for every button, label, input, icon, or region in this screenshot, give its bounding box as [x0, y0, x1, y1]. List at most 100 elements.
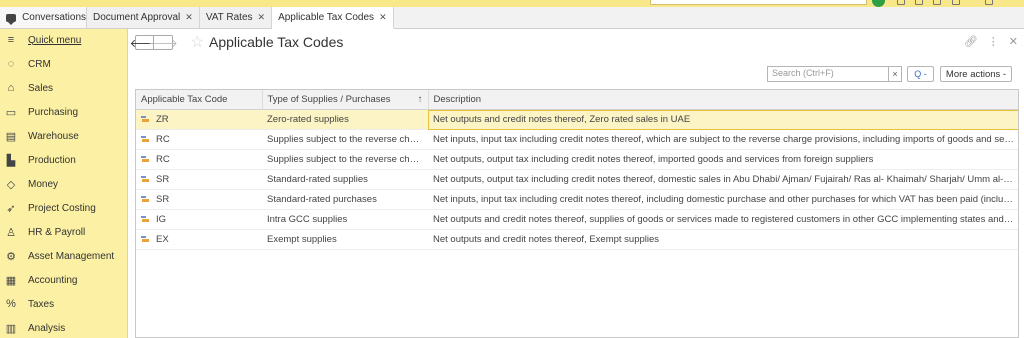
sidebar-item-label: HR & Payroll — [28, 226, 86, 238]
column-header-label: Type of Supplies / Purchases — [267, 94, 391, 105]
close-icon[interactable]: ✕ — [1009, 35, 1018, 48]
code-cell: IG — [136, 209, 262, 230]
sidebar-item-hr-payroll[interactable]: ♙ HR & Payroll — [0, 222, 127, 242]
tab-label: VAT Rates — [205, 12, 253, 23]
sidebar-item-label: Purchasing — [28, 106, 79, 118]
sidebar-item-sales[interactable]: ⌂ Sales — [0, 78, 127, 98]
more-actions-button[interactable]: More actions - — [940, 66, 1012, 82]
type-cell: Exempt supplies — [262, 229, 428, 250]
code-cell: SR — [136, 169, 262, 190]
header-actions: 🔗︎ ⋮ ✕ — [964, 35, 1018, 48]
close-icon[interactable]: ✕ — [379, 12, 387, 23]
sidebar-item-label: Asset Management — [28, 250, 115, 262]
type-cell: Zero-rated supplies — [262, 109, 428, 130]
code-value: ZR — [156, 114, 169, 125]
sidebar: ≡ Quick menu ◌ CRM ⌂ Sales ▭ Purchasing … — [0, 29, 128, 338]
column-header-description[interactable]: Description — [428, 90, 1018, 110]
code-value: SR — [156, 194, 170, 205]
table-row[interactable]: RC Supplies subject to the reverse charg… — [136, 129, 1018, 150]
history-icon[interactable] — [915, 0, 923, 5]
chat-icon — [6, 13, 17, 25]
sidebar-item-label: CRM — [28, 58, 51, 70]
sidebar-item-label: Quick menu — [28, 34, 82, 46]
window-control-icon[interactable] — [985, 0, 993, 5]
search-input[interactable]: Search (Ctrl+F) — [767, 66, 889, 82]
type-cell: Supplies subject to the reverse charge — [262, 149, 428, 170]
catalog-item-icon — [141, 196, 150, 203]
forward-button[interactable]: 🡒 — [148, 35, 178, 50]
tab-document-approval[interactable]: Document Approval ✕ — [87, 7, 200, 28]
sidebar-item-taxes[interactable]: % Taxes — [0, 294, 127, 314]
sidebar-item-crm[interactable]: ◌ CRM — [0, 54, 127, 74]
table-row[interactable]: EX Exempt supplies Net outputs and credi… — [136, 229, 1018, 250]
catalog-item-icon — [141, 236, 150, 243]
sales-icon: ⌂ — [7, 82, 15, 94]
catalog-item-icon — [141, 216, 150, 223]
type-cell: Intra GCC supplies — [262, 209, 428, 230]
catalog-item-icon — [141, 116, 150, 123]
person-icon: ♙ — [6, 226, 16, 239]
bar-chart-icon: ▥ — [5, 322, 17, 335]
sidebar-item-accounting[interactable]: ▦ Accounting — [0, 270, 127, 290]
sidebar-item-label: Sales — [28, 82, 54, 94]
catalog-item-icon — [141, 176, 150, 183]
type-cell: Standard-rated purchases — [262, 189, 428, 210]
close-icon[interactable]: ✕ — [185, 12, 193, 23]
code-value: RC — [156, 134, 170, 145]
sidebar-item-money[interactable]: ◇ Money — [0, 174, 127, 194]
window-top-strip — [0, 0, 1024, 7]
description-cell: Net inputs, input tax including credit n… — [428, 129, 1018, 150]
code-cell: SR — [136, 189, 262, 210]
sidebar-item-label: Project Costing — [28, 202, 96, 214]
sidebar-item-production[interactable]: ▙ Production — [0, 150, 127, 170]
assets-icon: ⚙ — [6, 250, 16, 263]
bell-icon[interactable] — [897, 0, 905, 5]
column-header-label: Description — [433, 94, 482, 105]
money-icon: ◇ — [6, 178, 16, 191]
sidebar-item-label: Warehouse — [28, 130, 79, 142]
tab-applicable-tax-codes[interactable]: Applicable Tax Codes ✕ — [272, 7, 394, 29]
link-icon[interactable]: 🔗︎ — [964, 35, 978, 48]
more-vertical-icon[interactable]: ⋮ — [988, 35, 999, 48]
description-cell: Net outputs and credit notes thereof, Ze… — [428, 109, 1018, 130]
menu-icon[interactable] — [952, 0, 960, 5]
favorite-star-icon[interactable]: ☆ — [190, 32, 204, 52]
search-button[interactable]: Q - — [907, 66, 934, 82]
table-row[interactable]: IG Intra GCC supplies Net outputs and cr… — [136, 209, 1018, 230]
sidebar-item-label: Analysis — [28, 322, 66, 334]
sidebar-item-project-costing[interactable]: ➶ Project Costing — [0, 198, 127, 218]
clear-search-button[interactable]: × — [888, 66, 902, 82]
code-cell: RC — [136, 149, 262, 170]
column-header-label: Applicable Tax Code — [141, 94, 228, 105]
status-indicator-icon[interactable] — [872, 0, 885, 7]
sidebar-item-asset-management[interactable]: ⚙ Asset Management — [0, 246, 127, 266]
tab-conversations[interactable]: Conversations — [0, 7, 87, 28]
global-search-field[interactable] — [650, 0, 867, 5]
factory-icon: ▙ — [6, 154, 16, 167]
tab-bar: Conversations Document Approval ✕ VAT Ra… — [0, 7, 1024, 29]
description-cell: Net outputs and credit notes thereof, Ex… — [428, 229, 1018, 250]
sidebar-item-warehouse[interactable]: ▤ Warehouse — [0, 126, 127, 146]
table-row[interactable]: RC Supplies subject to the reverse charg… — [136, 149, 1018, 170]
description-cell: Net outputs, output tax including credit… — [428, 169, 1018, 190]
sidebar-item-analysis[interactable]: ▥ Analysis — [0, 318, 127, 338]
sidebar-item-quick-menu[interactable]: ≡ Quick menu — [0, 30, 127, 50]
sidebar-item-label: Production — [28, 154, 76, 166]
close-icon[interactable]: ✕ — [258, 12, 266, 23]
column-header-type[interactable]: Type of Supplies / Purchases ↑ — [262, 90, 429, 110]
star-list-icon[interactable] — [933, 0, 941, 5]
arrow-right-icon: 🡒 — [148, 37, 178, 50]
code-value: IG — [156, 214, 167, 225]
warehouse-icon: ▤ — [5, 130, 17, 143]
table-row[interactable]: SR Standard-rated purchases Net inputs, … — [136, 189, 1018, 210]
table-row[interactable]: SR Standard-rated supplies Net outputs, … — [136, 169, 1018, 190]
crm-icon: ◌ — [7, 58, 15, 70]
hamburger-icon: ≡ — [7, 34, 15, 46]
rocket-icon: ➶ — [6, 202, 16, 215]
calculator-icon: ▦ — [5, 274, 17, 287]
table-row[interactable]: ZR Zero-rated supplies Net outputs and c… — [136, 109, 1018, 130]
tab-vat-rates[interactable]: VAT Rates ✕ — [199, 7, 273, 28]
sidebar-item-purchasing[interactable]: ▭ Purchasing — [0, 102, 127, 122]
sidebar-item-label: Taxes — [28, 298, 55, 310]
column-header-code[interactable]: Applicable Tax Code — [136, 90, 263, 110]
